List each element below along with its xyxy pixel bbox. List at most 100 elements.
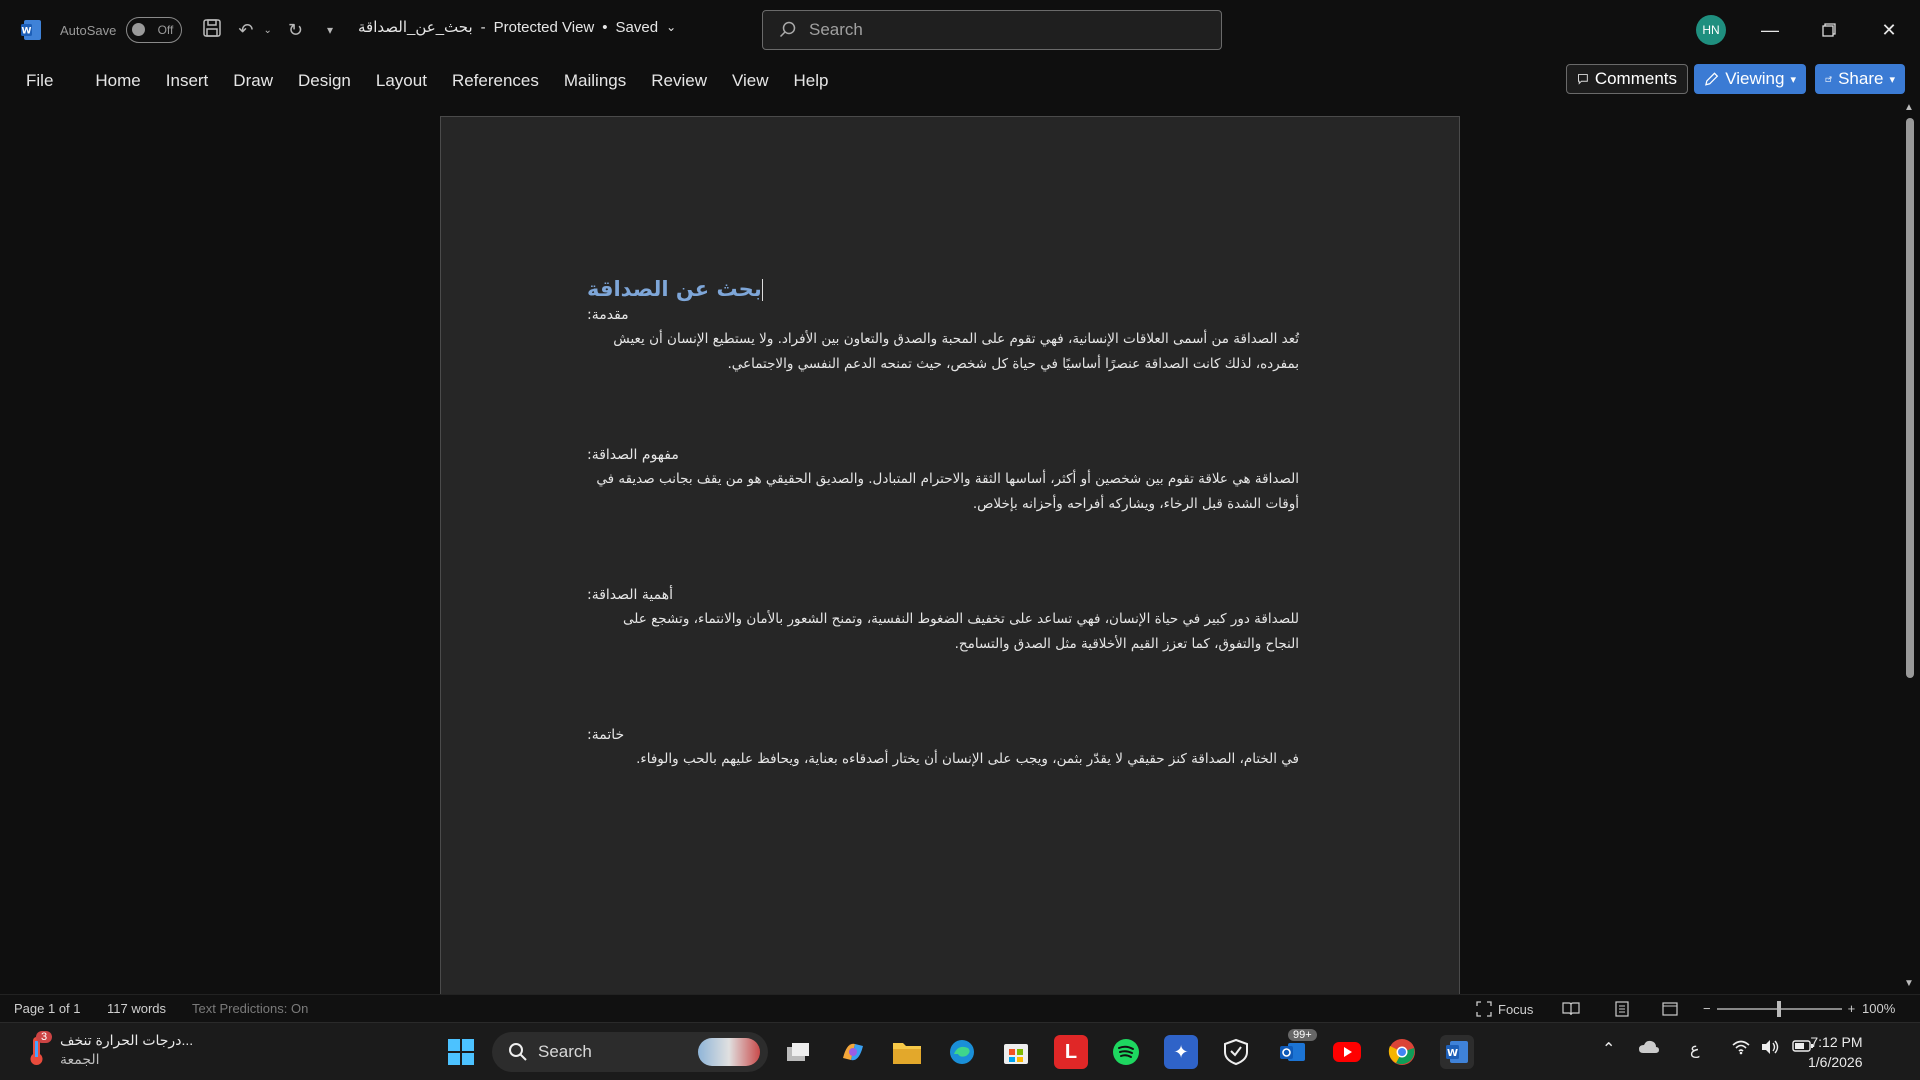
restore-icon — [1822, 23, 1836, 37]
print-layout-button[interactable] — [1614, 1001, 1630, 1017]
zoom-level[interactable]: 100% — [1862, 1001, 1895, 1016]
system-clock[interactable]: 7:12 PM 1/6/2026 — [1808, 1032, 1863, 1072]
youtube-icon[interactable] — [1330, 1035, 1364, 1069]
tab-references[interactable]: References — [440, 68, 551, 94]
autosave-toggle[interactable]: Off — [126, 17, 183, 43]
document-body[interactable]: بحث عن الصداقة مقدمة: تُعد الصداقة من أس… — [587, 277, 1299, 772]
viewing-mode-button[interactable]: Viewing ▾ — [1694, 64, 1806, 94]
redo-icon[interactable]: ↻ — [288, 20, 303, 41]
text-predictions-status[interactable]: Text Predictions: On — [192, 1001, 308, 1016]
tab-layout[interactable]: Layout — [364, 68, 439, 94]
zoom-in-icon[interactable]: + — [1848, 1001, 1856, 1016]
zoom-knob[interactable] — [1776, 1000, 1781, 1017]
web-layout-button[interactable] — [1662, 1001, 1678, 1017]
section-heading-importance: أهمية الصداقة: — [587, 587, 673, 603]
tab-design[interactable]: Design — [286, 68, 363, 94]
autosave-label: AutoSave — [60, 22, 117, 38]
lingo-app-icon[interactable]: L — [1054, 1035, 1088, 1069]
focus-icon — [1476, 1001, 1492, 1017]
tab-file[interactable]: File — [14, 68, 65, 94]
zoom-slider[interactable]: − + — [1703, 1000, 1856, 1017]
read-mode-button[interactable] — [1562, 1001, 1580, 1017]
taskbar-search[interactable]: Search — [492, 1032, 768, 1072]
title-dot: • — [602, 18, 608, 36]
svg-text:W: W — [1447, 1048, 1458, 1059]
word-count[interactable]: 117 words — [107, 1001, 166, 1016]
avatar[interactable]: HN — [1696, 15, 1726, 45]
section-heading-conclusion: خاتمة: — [587, 727, 625, 743]
windows-icon — [448, 1039, 474, 1065]
scroll-down-icon[interactable]: ▼ — [1904, 978, 1914, 989]
volume-icon[interactable] — [1760, 1039, 1780, 1055]
minimize-button[interactable]: — — [1747, 12, 1793, 48]
restore-button[interactable] — [1806, 12, 1852, 48]
chrome-icon[interactable] — [1385, 1035, 1419, 1069]
share-button[interactable]: Share ▾ — [1815, 64, 1905, 94]
undo-icon[interactable]: ↶ — [238, 20, 253, 41]
copilot-icon[interactable] — [836, 1035, 870, 1069]
close-icon: ✕ — [1881, 19, 1897, 40]
start-button[interactable] — [444, 1035, 478, 1069]
input-language[interactable]: ع — [1690, 1039, 1700, 1059]
section-paragraph-conclusion: في الختام، الصداقة كنز حقيقي لا يقدّر بث… — [636, 751, 1299, 767]
minimize-icon: — — [1761, 19, 1779, 40]
scrollbar-thumb[interactable] — [1906, 118, 1914, 678]
title-bar: W AutoSave Off ↶ ⌄ ↻ ▾ بحث_عن_الصداقة - … — [0, 0, 1920, 60]
vertical-scrollbar[interactable]: ▲ ▼ — [1900, 100, 1920, 994]
ribbon-tabs: File Home Insert Draw Design Layout Refe… — [0, 60, 1920, 100]
weather-widget[interactable]: 3 درجات الحرارة تنخف... الجمعة — [24, 1031, 193, 1069]
tab-help[interactable]: Help — [782, 68, 841, 94]
edge-icon[interactable] — [945, 1035, 979, 1069]
file-explorer-icon[interactable] — [890, 1035, 924, 1069]
comments-button[interactable]: Comments — [1566, 64, 1688, 94]
shield-icon[interactable] — [1219, 1035, 1253, 1069]
comments-label: Comments — [1594, 69, 1677, 88]
weather-forecast: درجات الحرارة تنخف... — [60, 1032, 194, 1048]
tab-insert[interactable]: Insert — [154, 68, 221, 94]
onedrive-icon[interactable] — [1638, 1039, 1660, 1055]
viewing-label: Viewing — [1725, 69, 1785, 88]
section-paragraph-concept: الصداقة هي علاقة تقوم بين شخصين أو أكثر،… — [596, 471, 1299, 512]
scroll-up-icon[interactable]: ▲ — [1904, 102, 1914, 113]
store-icon[interactable] — [999, 1035, 1033, 1069]
zoom-track[interactable] — [1716, 1000, 1842, 1017]
chevron-up-icon[interactable]: ⌃ — [1602, 1039, 1615, 1059]
zoom-out-icon[interactable]: − — [1703, 1001, 1711, 1016]
chevron-down-icon: ▾ — [1790, 73, 1796, 86]
star-app-icon[interactable]: ✦ — [1164, 1035, 1198, 1069]
weather-text: درجات الحرارة تنخف... الجمعة — [60, 1031, 193, 1069]
save-icon[interactable] — [202, 18, 222, 43]
section-paragraph-intro: تُعد الصداقة من أسمى العلاقات الإنسانية،… — [613, 331, 1299, 372]
task-view-icon[interactable] — [781, 1035, 815, 1069]
document-title[interactable]: بحث_عن_الصداقة - Protected View • Saved … — [358, 18, 677, 37]
section-heading-concept: مفهوم الصداقة: — [587, 447, 679, 463]
close-button[interactable]: ✕ — [1866, 12, 1912, 48]
chevron-down-icon[interactable]: ⌄ — [263, 25, 271, 36]
clock-date: 1/6/2026 — [1808, 1054, 1863, 1070]
document-page[interactable]: بحث عن الصداقة مقدمة: تُعد الصداقة من أس… — [440, 116, 1460, 994]
tab-mailings[interactable]: Mailings — [552, 68, 638, 94]
word-taskbar-icon[interactable]: W — [1440, 1035, 1474, 1069]
spotify-icon[interactable] — [1109, 1035, 1143, 1069]
tab-review[interactable]: Review — [639, 68, 719, 94]
search-highlight-image — [698, 1038, 760, 1066]
tab-home[interactable]: Home — [83, 68, 152, 94]
page-count[interactable]: Page 1 of 1 — [14, 1001, 81, 1016]
clock-time: 7:12 PM — [1810, 1034, 1863, 1050]
chevron-down-icon: ▾ — [1889, 73, 1895, 86]
tab-view[interactable]: View — [720, 68, 781, 94]
customize-qat-icon[interactable]: ▾ — [327, 23, 333, 37]
section-paragraph-importance: للصداقة دور كبير في حياة الإنسان، فهي تس… — [623, 611, 1299, 652]
ribbon-menu: File Home Insert Draw Design Layout Refe… — [14, 68, 842, 94]
word-app-icon: W — [20, 18, 42, 42]
search-placeholder: Search — [809, 20, 863, 39]
autosave-control: AutoSave Off ↶ ⌄ ↻ ▾ — [60, 16, 333, 44]
document-canvas[interactable]: بحث عن الصداقة مقدمة: تُعد الصداقة من أس… — [0, 100, 1900, 994]
chevron-down-icon: ⌄ — [666, 20, 677, 34]
focus-button[interactable]: Focus — [1476, 1001, 1533, 1017]
wifi-icon[interactable] — [1732, 1039, 1750, 1055]
tab-draw[interactable]: Draw — [221, 68, 285, 94]
search-input[interactable]: Search — [762, 10, 1222, 50]
print-layout-icon — [1615, 1001, 1629, 1017]
